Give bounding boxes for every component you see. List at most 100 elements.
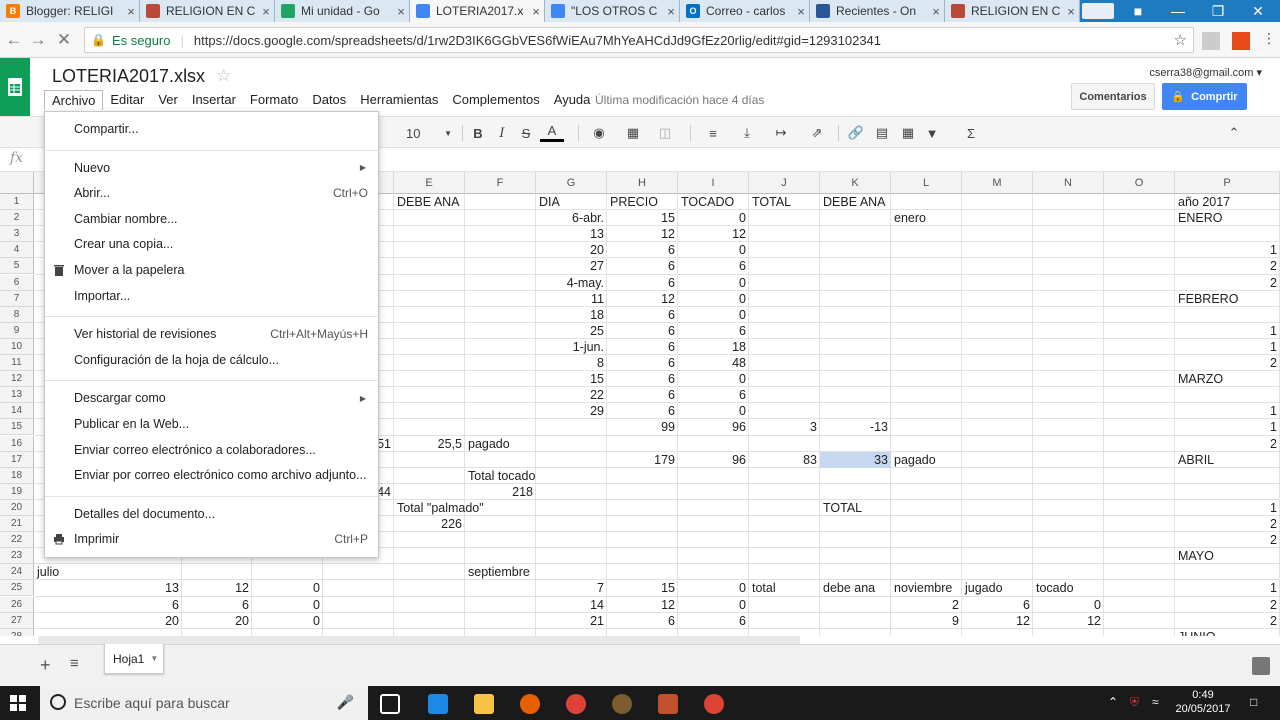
row-header[interactable]: 9 — [0, 322, 34, 339]
cell[interactable]: 2 — [1175, 516, 1280, 532]
cell[interactable]: 12 — [1033, 613, 1104, 629]
comment-icon[interactable]: ▤ — [872, 122, 892, 144]
column-header[interactable]: M — [962, 172, 1033, 194]
cell[interactable]: 12 — [607, 291, 678, 307]
cell[interactable]: 2 — [1175, 597, 1280, 613]
url-input[interactable]: 🔒 Es seguro | https://docs.google.com/sp… — [84, 27, 1194, 53]
all-sheets-icon[interactable]: ≡ — [70, 655, 79, 672]
cell[interactable]: 6-abr. — [536, 210, 607, 226]
cell[interactable]: 6 — [607, 355, 678, 371]
row-header[interactable]: 10 — [0, 338, 34, 355]
browser-tab[interactable]: Mi unidad - Go × — [275, 0, 410, 22]
cell[interactable]: 6 — [678, 258, 749, 274]
bold-icon[interactable]: B — [470, 122, 486, 144]
app-icon[interactable] — [612, 694, 632, 714]
cell[interactable]: Total "palmado" — [394, 500, 484, 516]
cell[interactable]: 6 — [607, 403, 678, 419]
cell[interactable]: TOTAL — [820, 500, 891, 516]
cell[interactable]: 20 — [182, 613, 252, 629]
cell[interactable]: 218 — [465, 484, 536, 500]
cell[interactable]: 3 — [749, 419, 820, 435]
cell[interactable]: debe ana — [820, 580, 891, 596]
column-header[interactable]: O — [1104, 172, 1175, 194]
cell[interactable]: 6 — [678, 613, 749, 629]
file-explorer-icon[interactable] — [474, 694, 494, 714]
strikethrough-icon[interactable]: S — [518, 122, 534, 144]
file-menu-item[interactable]: Importar... — [45, 285, 378, 307]
cell[interactable]: 2 — [891, 597, 962, 613]
cell[interactable]: 2 — [1175, 258, 1280, 274]
cell[interactable]: 6 — [607, 371, 678, 387]
cell[interactable]: 21 — [536, 613, 607, 629]
close-tab-icon[interactable]: × — [1063, 4, 1079, 19]
cell[interactable]: 25 — [536, 323, 607, 339]
chrome-icon[interactable] — [704, 694, 724, 714]
row-header[interactable]: 14 — [0, 403, 34, 420]
menu-ayuda[interactable]: Ayuda — [547, 90, 598, 110]
text-color-icon[interactable]: A — [540, 122, 564, 142]
chrome-icon[interactable] — [566, 694, 586, 714]
cell[interactable]: 27 — [536, 258, 607, 274]
menu-herramientas[interactable]: Herramientas — [353, 90, 445, 110]
browser-tab[interactable]: RELIGION EN C × — [140, 0, 275, 22]
cell[interactable]: 29 — [536, 403, 607, 419]
cell[interactable]: 12 — [678, 226, 749, 242]
cell[interactable]: 6 — [607, 275, 678, 291]
cell[interactable]: noviembre — [891, 580, 962, 596]
cell[interactable]: jugado — [962, 580, 1033, 596]
cell[interactable]: 6 — [34, 597, 182, 613]
last-modified[interactable]: Última modificación hace 4 días — [595, 93, 764, 107]
row-header[interactable]: 5 — [0, 258, 34, 275]
row-header[interactable]: 24 — [0, 564, 34, 581]
column-header[interactable]: L — [891, 172, 962, 194]
cell[interactable]: 20 — [34, 613, 182, 629]
cell[interactable]: 12 — [607, 597, 678, 613]
cell[interactable]: 22 — [536, 387, 607, 403]
menu-editar[interactable]: Editar — [103, 90, 151, 110]
row-header[interactable]: 28 — [0, 628, 34, 636]
cell[interactable]: -13 — [820, 419, 891, 435]
cell[interactable]: 1-jun. — [536, 339, 607, 355]
cell[interactable]: 2 — [1175, 613, 1280, 629]
cell[interactable]: 6 — [182, 597, 252, 613]
row-header[interactable]: 3 — [0, 226, 34, 243]
cell[interactable]: 83 — [749, 452, 820, 468]
close-tab-icon[interactable]: × — [393, 4, 409, 19]
browser-tab[interactable]: "LOS OTROS C × — [545, 0, 680, 22]
cell[interactable]: 0 — [678, 275, 749, 291]
cell[interactable]: 6 — [962, 597, 1033, 613]
collapse-toolbar-icon[interactable]: ⌃ — [1226, 122, 1242, 144]
notifications-icon[interactable]: □ — [1250, 695, 1257, 709]
cell[interactable]: tocado — [1033, 580, 1104, 596]
account-email[interactable]: cserra38@gmail.com ▾ — [1149, 66, 1262, 79]
explore-icon[interactable] — [1252, 657, 1270, 675]
cell[interactable]: 226 — [394, 516, 465, 532]
cell[interactable]: 6 — [678, 387, 749, 403]
cell[interactable]: 4-may. — [536, 275, 607, 291]
extension-icon[interactable] — [1202, 32, 1220, 50]
stop-icon[interactable]: ✕ — [54, 30, 74, 50]
office-extension-icon[interactable] — [1232, 32, 1250, 50]
row-header[interactable]: 19 — [0, 483, 34, 500]
maximize-icon[interactable]: ❐ — [1198, 0, 1238, 22]
row-header[interactable]: 22 — [0, 532, 34, 549]
cell[interactable]: 6 — [607, 258, 678, 274]
task-view-icon[interactable] — [380, 694, 400, 714]
column-header[interactable]: K — [820, 172, 891, 194]
back-icon[interactable]: ← — [4, 30, 24, 50]
fill-color-icon[interactable]: ◉ — [586, 122, 612, 144]
comments-button[interactable]: Comentarios — [1071, 83, 1155, 110]
file-menu-item[interactable]: Abrir... Ctrl+O — [45, 182, 378, 204]
row-header[interactable]: 6 — [0, 274, 34, 291]
cell[interactable]: 6 — [607, 323, 678, 339]
cell[interactable]: septiembre — [465, 564, 536, 580]
cell[interactable]: 1 — [1175, 323, 1280, 339]
cell[interactable]: 20 — [536, 242, 607, 258]
row-header[interactable]: 18 — [0, 467, 34, 484]
cell[interactable]: PRECIO — [607, 194, 678, 210]
close-window-icon[interactable]: ✕ — [1238, 0, 1278, 22]
cell[interactable]: 2 — [1175, 532, 1280, 548]
cell[interactable]: DEBE ANA — [820, 194, 891, 210]
close-tab-icon[interactable]: × — [258, 4, 274, 19]
sheet-tab[interactable]: Hoja1 ▼ — [104, 644, 164, 674]
